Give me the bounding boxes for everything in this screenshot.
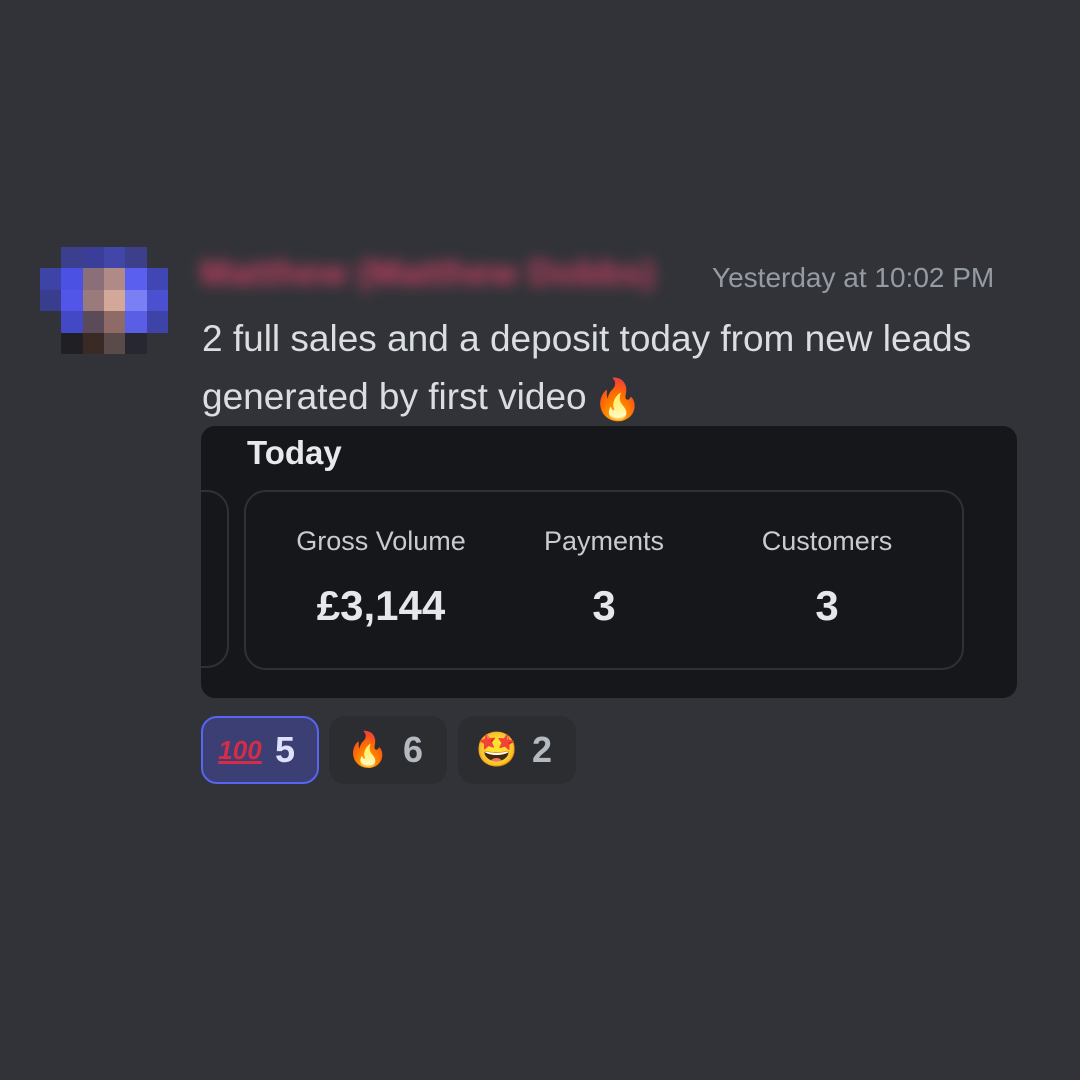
image-attachment[interactable]: Today Gross Volume £3,144 Payments 3 Cus… (201, 426, 1017, 698)
stat-label: Customers (761, 526, 893, 556)
stat-customers: Customers 3 (707, 492, 947, 668)
fire-emoji: 🔥 (592, 378, 643, 422)
stat-label: Payments (543, 526, 665, 556)
star-struck-icon: 🤩 (475, 731, 519, 769)
reaction-hundred-points[interactable]: 100 5 (201, 716, 319, 784)
message-content: 2 full sales and a deposit today from ne… (202, 310, 1002, 426)
message-timestamp: Yesterday at 10:02 PM (712, 262, 995, 293)
partial-card (201, 490, 229, 668)
reaction-star-struck[interactable]: 🤩 2 (458, 716, 576, 784)
message-text: 2 full sales and a deposit today from ne… (202, 318, 972, 417)
author-name[interactable]: Matthew (Matthew Dobbs) (200, 252, 655, 294)
stat-value: £3,144 (316, 582, 446, 629)
reaction-fire[interactable]: 🔥 6 (329, 716, 447, 784)
stats-card: Gross Volume £3,144 Payments 3 Customers… (244, 490, 964, 670)
stat-value: 3 (592, 582, 616, 629)
stat-value: 3 (815, 582, 839, 629)
stat-gross-volume: Gross Volume £3,144 (261, 492, 501, 668)
reaction-count: 6 (403, 729, 424, 770)
attachment-heading: Today (247, 434, 342, 471)
stat-payments: Payments 3 (484, 492, 724, 668)
reaction-count: 2 (532, 729, 553, 770)
fire-icon: 🔥 (346, 731, 390, 769)
author-avatar[interactable] (40, 247, 168, 354)
hundred-points-icon: 100 (218, 735, 262, 765)
reaction-count: 5 (275, 729, 296, 770)
stat-label: Gross Volume (296, 526, 466, 556)
